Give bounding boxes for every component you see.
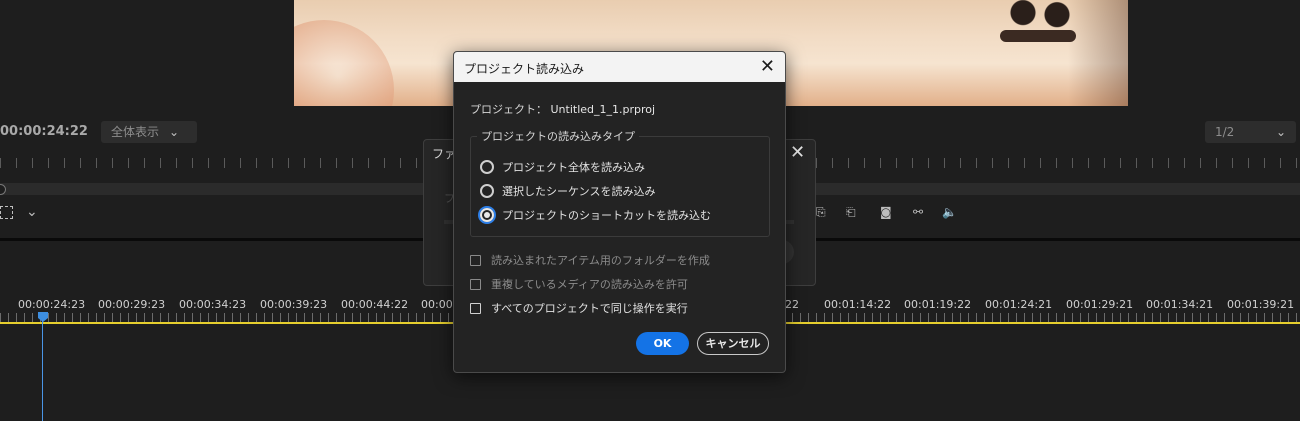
ruler-label: 00:01:14:22 [824, 298, 892, 311]
ruler-label: 00:00:24:23 [18, 298, 86, 311]
chevron-down-icon: ⌄ [1275, 125, 1286, 139]
import-project-dialog: プロジェクト読み込み ✕ プロジェクト： Untitled_1_1.prproj… [453, 51, 786, 373]
ruler-label: 00:00:29:23 [98, 298, 166, 311]
radio-label: プロジェクトのショートカットを読み込む [502, 209, 711, 222]
checkbox-label: 重複しているメディアの読み込みを許可 [491, 278, 688, 291]
playback-resolution-select[interactable]: 1/2 ⌄ [1205, 121, 1296, 143]
radio-label: プロジェクト全体を読み込み [502, 161, 645, 174]
speaker-icon[interactable]: 🔈 [942, 205, 958, 219]
import-type-legend: プロジェクトの読み込みタイプ [477, 128, 639, 144]
ruler-label: 00:00:44:22 [341, 298, 409, 311]
ruler-label: 00:01:19:22 [904, 298, 972, 311]
checkbox [470, 278, 481, 290]
ruler-label: 00:01:39:21 [1227, 298, 1295, 311]
checkbox-create-folder: 読み込まれたアイテム用のフォルダーを作成 [470, 252, 710, 268]
radio-import-project-shortcut[interactable]: プロジェクトのショートカットを読み込む [480, 206, 711, 224]
checkbox-apply-to-all[interactable]: すべてのプロジェクトで同じ操作を実行 [470, 300, 688, 316]
ruler-label: 00:00:39:23 [260, 298, 328, 311]
lift-icon[interactable]: ⎘ [816, 205, 832, 219]
radio-button[interactable] [480, 184, 494, 198]
ruler-label: 00:01:34:21 [1146, 298, 1214, 311]
chevron-down-icon[interactable]: ⌄ [26, 204, 38, 220]
radio-import-entire-project[interactable]: プロジェクト全体を読み込み [480, 158, 645, 176]
project-info: プロジェクト： Untitled_1_1.prproj [470, 101, 655, 117]
project-name: Untitled_1_1.prproj [550, 103, 656, 116]
close-icon[interactable]: ✕ [790, 142, 805, 163]
playhead-timecode[interactable]: 00:00:24:22 [0, 124, 88, 139]
checkbox [470, 254, 481, 266]
ruler-label: 00:01:29:21 [1066, 298, 1134, 311]
ruler-label: 22 [785, 298, 799, 311]
extract-icon[interactable]: ⎗ [846, 205, 862, 219]
dialog-title: プロジェクト読み込み [464, 62, 585, 76]
checkbox-label: すべてのプロジェクトで同じ操作を実行 [491, 302, 688, 315]
checkbox[interactable] [470, 302, 481, 314]
ok-button[interactable]: OK [636, 332, 689, 355]
radio-label: 選択したシーケンスを読み込み [502, 185, 656, 198]
ruler-label: 00:01:24:21 [985, 298, 1053, 311]
project-label: プロジェクト： [470, 103, 547, 116]
camera-icon[interactable]: ◙ [880, 205, 896, 219]
resolution-value: 1/2 [1215, 125, 1235, 139]
radio-button[interactable] [480, 160, 494, 174]
safe-margins-icon[interactable] [0, 206, 13, 219]
close-icon[interactable]: ✕ [760, 56, 775, 77]
checkbox-label: 読み込まれたアイテム用のフォルダーを作成 [491, 254, 710, 267]
zoom-level-value: 全体表示 [111, 125, 160, 139]
radio-import-selected-sequences[interactable]: 選択したシーケンスを読み込み [480, 182, 655, 200]
link-off-icon[interactable]: ⚯ [913, 205, 929, 219]
ruler-label: 00:00:34:23 [179, 298, 247, 311]
cancel-button[interactable]: キャンセル [697, 332, 769, 355]
checkbox-allow-duplicates: 重複しているメディアの読み込みを許可 [470, 276, 688, 292]
radio-button-selected[interactable] [480, 208, 494, 222]
chevron-down-icon: ⌄ [169, 125, 180, 139]
zoom-level-select[interactable]: 全体表示 ⌄ [101, 121, 197, 143]
playhead-line [42, 320, 43, 421]
dialog-titlebar[interactable]: プロジェクト読み込み ✕ [454, 52, 785, 82]
